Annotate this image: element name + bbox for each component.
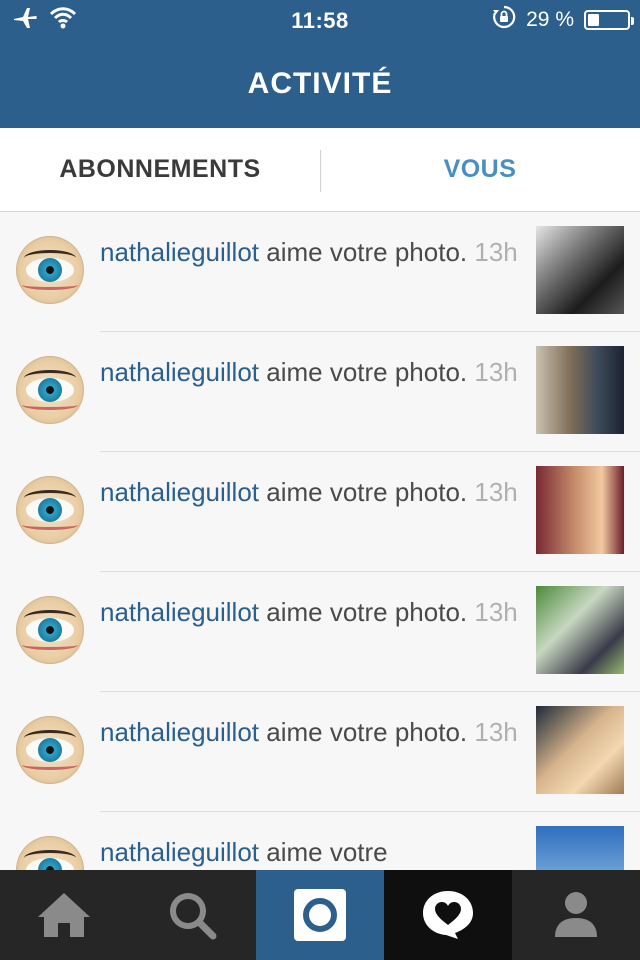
photo-thumbnail[interactable] <box>536 466 624 554</box>
tab-profile[interactable] <box>512 870 640 960</box>
activity-text: nathalieguillot aime votre photo. 13h <box>100 476 520 508</box>
activity-text: nathalieguillot aime votre photo. 13h <box>100 596 520 628</box>
timestamp: 13h <box>474 357 518 387</box>
activity-action: aime votre photo. <box>259 717 468 747</box>
list-item[interactable]: nathalieguillot aime votre <box>0 812 640 870</box>
list-item[interactable]: nathalieguillot aime votre photo. 13h <box>0 692 640 812</box>
activity-action: aime votre <box>259 837 388 867</box>
orientation-lock-icon <box>492 5 516 35</box>
username-link[interactable]: nathalieguillot <box>100 237 259 267</box>
list-item[interactable]: nathalieguillot aime votre photo. 13h <box>0 572 640 692</box>
avatar[interactable] <box>16 356 84 424</box>
timestamp: 13h <box>474 477 518 507</box>
activity-feed[interactable]: nathalieguillot aime votre photo. 13h na… <box>0 212 640 870</box>
status-bar: 11:58 29 % <box>0 0 640 40</box>
activity-tabs: ABONNEMENTS VOUS <box>0 128 640 212</box>
avatar[interactable] <box>16 596 84 664</box>
tab-abonnements[interactable]: ABONNEMENTS <box>0 128 320 211</box>
activity-text: nathalieguillot aime votre photo. 13h <box>100 236 520 268</box>
avatar[interactable] <box>16 236 84 304</box>
timestamp: 13h <box>474 597 518 627</box>
avatar[interactable] <box>16 476 84 544</box>
activity-action: aime votre photo. <box>259 597 468 627</box>
status-right: 29 % <box>492 5 634 35</box>
tab-divider <box>320 150 321 192</box>
battery-icon <box>584 10 634 30</box>
avatar[interactable] <box>16 836 84 870</box>
activity-text: nathalieguillot aime votre <box>100 836 520 868</box>
search-icon <box>167 890 217 940</box>
photo-thumbnail[interactable] <box>536 826 624 870</box>
activity-action: aime votre photo. <box>259 477 468 507</box>
nav-header: ACTIVITÉ <box>0 40 640 128</box>
activity-text: nathalieguillot aime votre photo. 13h <box>100 716 520 748</box>
tab-activity[interactable] <box>384 870 512 960</box>
tab-home[interactable] <box>0 870 128 960</box>
tab-camera[interactable] <box>256 870 384 960</box>
photo-thumbnail[interactable] <box>536 586 624 674</box>
activity-action: aime votre photo. <box>259 237 468 267</box>
username-link[interactable]: nathalieguillot <box>100 477 259 507</box>
avatar[interactable] <box>16 716 84 784</box>
activity-heart-icon <box>420 889 476 941</box>
camera-icon <box>294 889 346 941</box>
photo-thumbnail[interactable] <box>536 226 624 314</box>
username-link[interactable]: nathalieguillot <box>100 717 259 747</box>
username-link[interactable]: nathalieguillot <box>100 357 259 387</box>
tab-vous[interactable]: VOUS <box>320 128 640 211</box>
activity-action: aime votre photo. <box>259 357 468 387</box>
timestamp: 13h <box>474 717 518 747</box>
tab-search[interactable] <box>128 870 256 960</box>
list-item[interactable]: nathalieguillot aime votre photo. 13h <box>0 452 640 572</box>
page-title: ACTIVITÉ <box>247 67 393 100</box>
home-icon <box>35 890 93 940</box>
username-link[interactable]: nathalieguillot <box>100 597 259 627</box>
list-item[interactable]: nathalieguillot aime votre photo. 13h <box>0 332 640 452</box>
bottom-tab-bar <box>0 870 640 960</box>
photo-thumbnail[interactable] <box>536 346 624 434</box>
username-link[interactable]: nathalieguillot <box>100 837 259 867</box>
timestamp: 13h <box>474 237 518 267</box>
profile-icon <box>553 891 599 939</box>
list-item[interactable]: nathalieguillot aime votre photo. 13h <box>0 212 640 332</box>
battery-text: 29 % <box>526 8 574 31</box>
activity-text: nathalieguillot aime votre photo. 13h <box>100 356 520 388</box>
photo-thumbnail[interactable] <box>536 706 624 794</box>
